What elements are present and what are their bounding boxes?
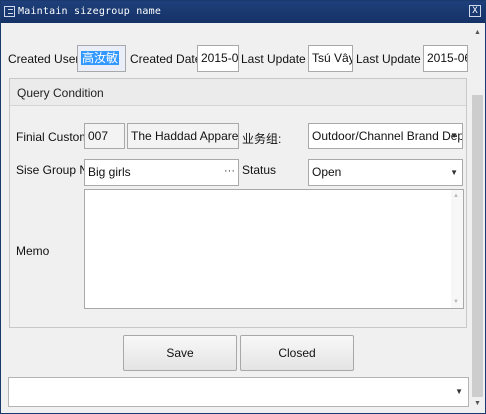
created-date-label: Created Date — [130, 52, 202, 66]
dept-label: 业务组: — [242, 132, 282, 146]
window-scrollbar[interactable]: ▲ ▼ — [470, 23, 485, 413]
size-group-name-value: Big girls — [88, 165, 131, 179]
save-button[interactable]: Save — [123, 335, 237, 371]
created-date-value: 2015-06- — [201, 51, 239, 65]
created-user-value: 高汝敏 — [81, 51, 120, 65]
query-condition-header[interactable]: Query Condition — [10, 79, 466, 106]
maintain-sizegroup-window: Maintain sizegroup name X Created User 高… — [0, 0, 486, 414]
window-menu-icon[interactable] — [4, 6, 15, 17]
final-customer-name-field[interactable]: The Haddad Apparel Group, L — [127, 123, 239, 149]
final-customer-code-field[interactable]: 007 — [84, 123, 125, 149]
created-user-field[interactable]: 高汝敏 — [77, 45, 126, 72]
status-label: Status — [242, 163, 277, 177]
memo-scrollbar[interactable]: ▲ ▼ — [451, 190, 463, 308]
created-user-label: Created User — [8, 52, 80, 66]
query-condition-group: Query Condition Finial Customer 007 The … — [9, 78, 467, 328]
ellipsis-icon[interactable]: ··· — [224, 160, 235, 184]
memo-textarea[interactable]: ▲ ▼ — [84, 189, 464, 309]
last-update-user-value: Tsú Vây Mi — [312, 51, 353, 65]
memo-label: Memo — [16, 244, 50, 258]
scroll-up-icon[interactable]: ▲ — [453, 193, 459, 199]
chevron-down-icon[interactable]: ▼ — [450, 160, 458, 185]
window-title: Maintain sizegroup name — [18, 6, 162, 17]
scroll-down-icon[interactable]: ▼ — [474, 400, 481, 407]
status-value: Open — [312, 165, 342, 179]
final-customer-code: 007 — [88, 129, 109, 143]
last-update-user-field[interactable]: Tsú Vây Mi — [308, 45, 353, 72]
scroll-down-icon[interactable]: ▼ — [453, 299, 459, 305]
created-date-field[interactable]: 2015-06- — [197, 45, 239, 72]
closed-button[interactable]: Closed — [240, 335, 354, 371]
last-update-date-field[interactable]: 2015-06-2 — [423, 45, 468, 72]
dept-value: Outdoor/Channel Brand Dept. (Viet... — [312, 129, 462, 143]
title-bar: Maintain sizegroup name X — [1, 1, 485, 23]
scroll-up-icon[interactable]: ▲ — [474, 29, 481, 36]
final-customer-name: The Haddad Apparel Group, L — [131, 129, 239, 143]
status-select[interactable]: Open ▼ — [308, 159, 463, 186]
chevron-down-icon[interactable]: ▼ — [455, 387, 463, 396]
query-condition-title: Query Condition — [17, 86, 104, 100]
scrollbar-thumb[interactable] — [472, 95, 483, 397]
last-update-date-value: 2015-06-2 — [427, 51, 467, 65]
dept-select[interactable]: Outdoor/Channel Brand Dept. (Viet... ▼ — [308, 123, 463, 149]
close-icon[interactable]: X — [469, 5, 481, 17]
size-group-name-field[interactable]: Big girls ··· — [84, 159, 239, 186]
bottom-select[interactable]: ▼ — [8, 377, 469, 407]
chevron-down-icon[interactable]: ▼ — [450, 124, 458, 148]
